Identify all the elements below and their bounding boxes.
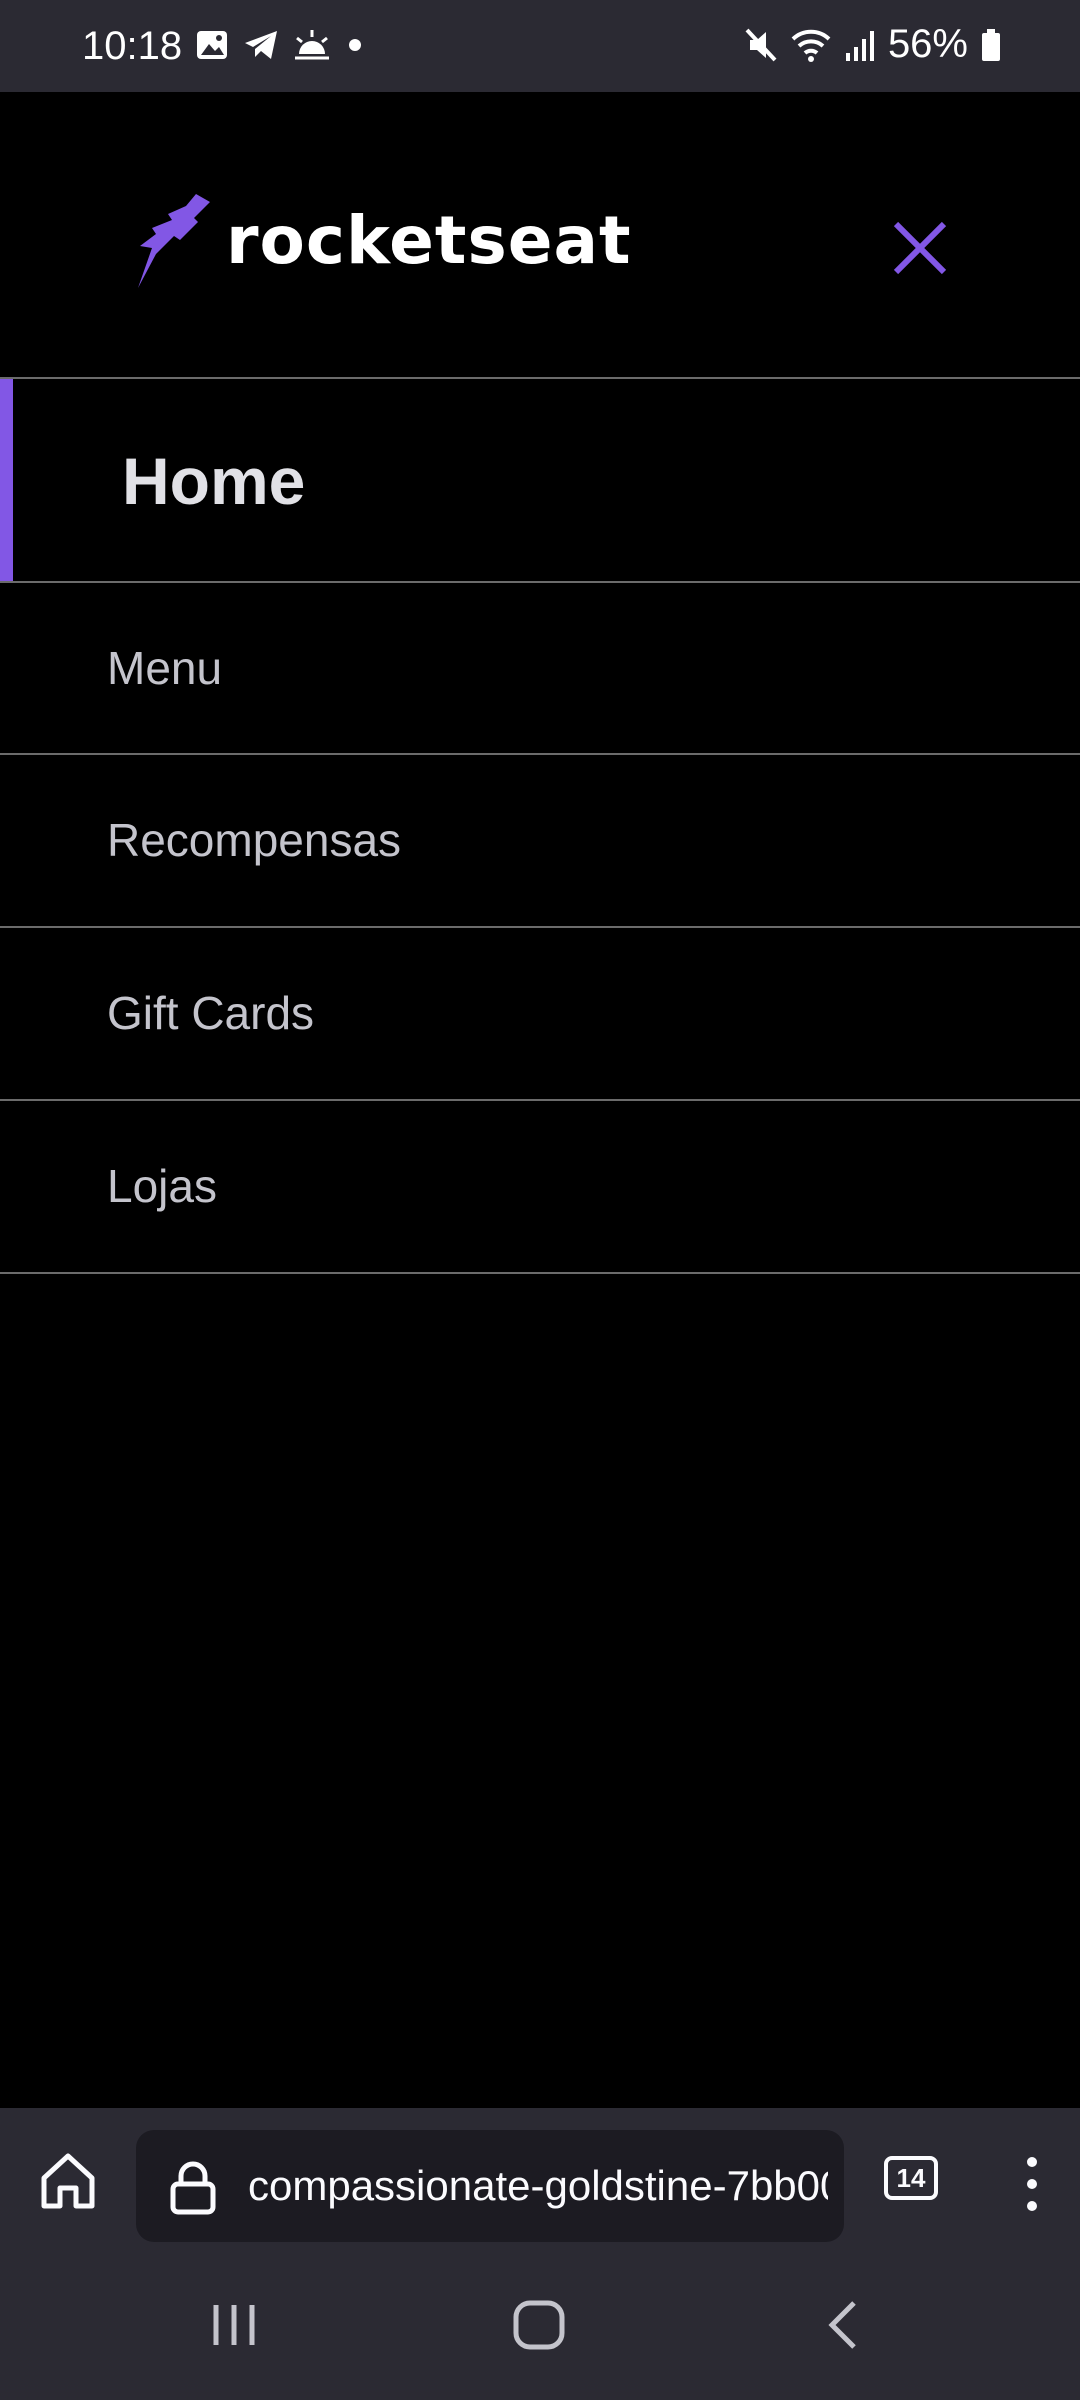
rocket-icon	[138, 194, 210, 288]
nav-item-recompensas[interactable]: Recompensas	[0, 755, 1080, 925]
more-notifications-dot-icon	[349, 39, 361, 51]
nav-item-label: Lojas	[107, 1160, 217, 1212]
telegram-icon	[245, 31, 277, 59]
logo-text: rocketseat	[226, 201, 632, 279]
browser-toolbar: compassionate-goldstine-7bb00 14	[0, 2108, 1080, 2243]
status-bar: 10:18 56%	[0, 0, 1080, 92]
nav-item-label: Menu	[107, 642, 223, 694]
close-menu-button[interactable]	[886, 214, 954, 282]
nav-item-lojas[interactable]: Lojas	[0, 1101, 1080, 1271]
lock-icon	[170, 2161, 216, 2215]
status-time: 10:18	[82, 24, 183, 68]
nav-item-label: Home	[122, 444, 306, 518]
wifi-icon	[791, 29, 831, 62]
status-right: 56%	[744, 22, 1002, 67]
nav-item-label: Gift Cards	[107, 987, 315, 1039]
notification-icons	[195, 28, 365, 62]
system-home-icon[interactable]	[512, 2299, 566, 2351]
browser-home-button[interactable]	[36, 2150, 100, 2210]
url-text: compassionate-goldstine-7bb00	[248, 2162, 828, 2209]
battery-icon	[982, 28, 1000, 61]
recent-apps-icon[interactable]	[210, 2301, 260, 2349]
active-indicator	[0, 379, 13, 581]
site-header: rocketseat	[0, 92, 1080, 377]
rocketseat-logo[interactable]: rocketseat	[132, 192, 632, 288]
tab-count-button[interactable]: 14	[884, 2156, 938, 2200]
nav-item-home[interactable]: Home	[0, 379, 1080, 581]
home-icon	[41, 2153, 95, 2209]
battery-percentage: 56%	[887, 22, 968, 66]
signal-icon	[845, 30, 874, 61]
overflow-menu-button[interactable]	[1020, 2156, 1044, 2212]
nav-item-menu[interactable]: Menu	[0, 583, 1080, 753]
nav-item-gift-cards[interactable]: Gift Cards	[0, 928, 1080, 1098]
gallery-icon	[197, 31, 227, 59]
weather-icon	[295, 30, 329, 60]
more-vertical-icon	[1027, 2157, 1037, 2211]
back-icon[interactable]	[822, 2299, 862, 2351]
system-navigation-bar	[0, 2243, 1080, 2400]
mute-icon	[745, 28, 777, 61]
nav-item-label: Recompensas	[107, 814, 402, 866]
close-icon	[893, 221, 947, 275]
address-bar[interactable]: compassionate-goldstine-7bb00	[136, 2130, 844, 2242]
divider	[0, 1272, 1080, 1274]
